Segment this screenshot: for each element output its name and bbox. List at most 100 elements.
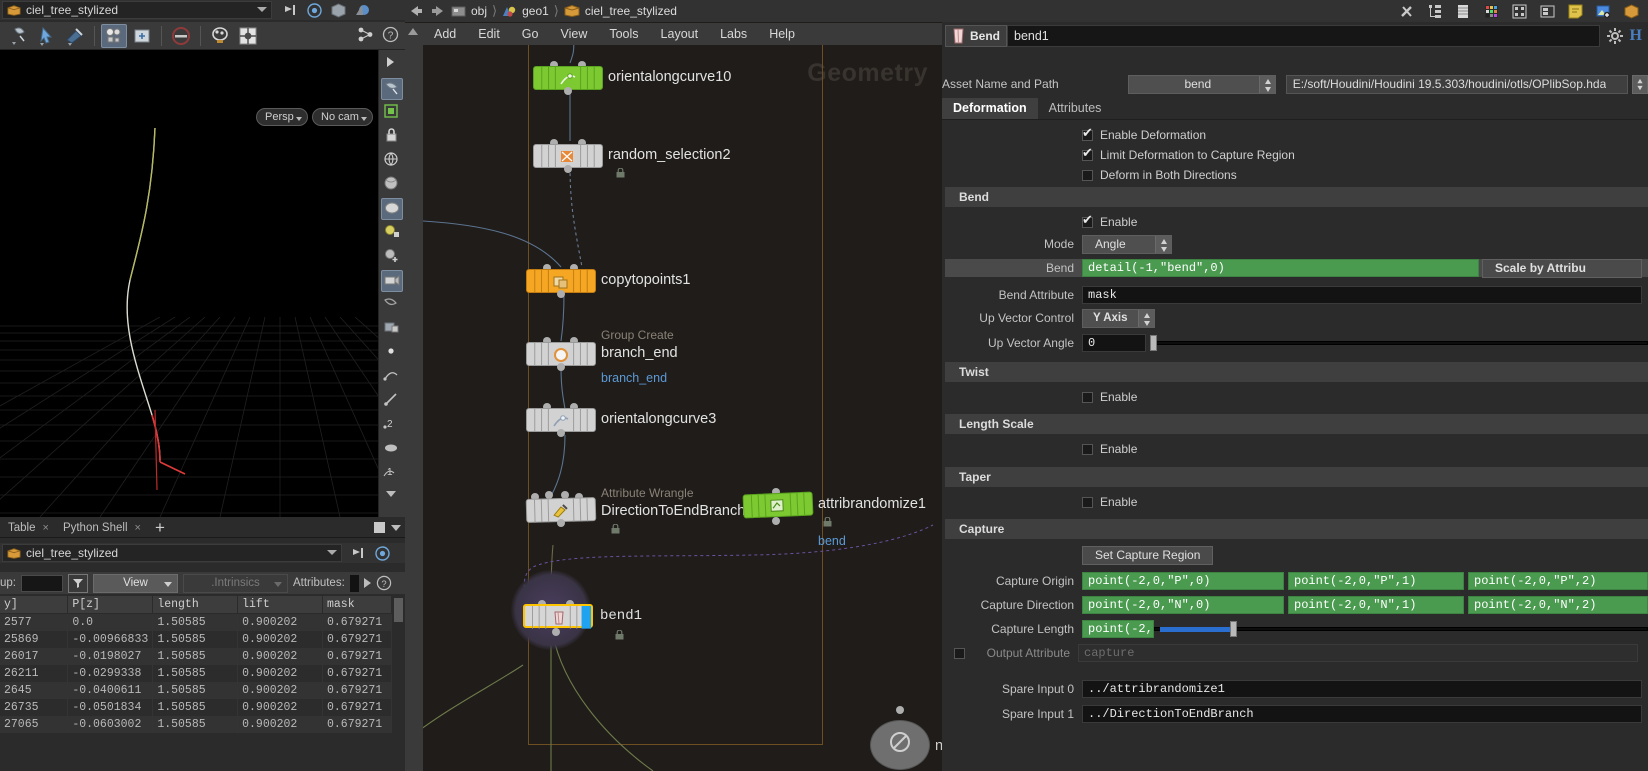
up-vector-angle-field[interactable]: 0: [1082, 334, 1146, 352]
menu-layout[interactable]: Layout: [650, 23, 710, 45]
pane-menu-icon[interactable]: [391, 524, 401, 531]
node-null1[interactable]: [870, 720, 930, 770]
capture-length-slider[interactable]: [1154, 620, 1648, 638]
help-icon[interactable]: ?: [376, 575, 392, 591]
section-twist-header[interactable]: Twist: [945, 362, 1648, 382]
box-icon[interactable]: [1623, 3, 1640, 20]
menu-view[interactable]: View: [549, 23, 598, 45]
node-attribrandomize1-group-label[interactable]: bend: [818, 534, 846, 548]
capture-direction-x-field[interactable]: point(-2,0,"N",0): [1082, 596, 1284, 614]
tab-deformation[interactable]: Deformation: [942, 98, 1038, 119]
render-view-icon[interactable]: [381, 318, 403, 340]
output-attribute-field[interactable]: capture: [1078, 644, 1638, 662]
node-name-field[interactable]: bend1: [1007, 24, 1600, 47]
geometry-spreadsheet[interactable]: y] P[z] length lift mask 2577 0.0 1.50585 0…: [0, 596, 392, 771]
col-header-0[interactable]: y]: [0, 596, 69, 614]
bend-enable-checkbox[interactable]: [1082, 212, 1093, 228]
spreadsheet-path-field[interactable]: ciel_tree_stylized: [2, 544, 342, 562]
view-dropdown[interactable]: View: [93, 573, 178, 593]
material-icon[interactable]: [354, 2, 371, 19]
measure-icon[interactable]: [381, 390, 403, 412]
col-header-4[interactable]: mask: [322, 596, 392, 614]
window-icon[interactable]: [1539, 3, 1556, 20]
node-output-port[interactable]: [557, 519, 565, 527]
close-icon[interactable]: ×: [135, 522, 141, 534]
twist-enable-checkbox[interactable]: [1082, 391, 1093, 403]
target-icon[interactable]: [374, 545, 391, 562]
globe-icon[interactable]: [381, 150, 403, 172]
node-output-port[interactable]: [557, 290, 565, 298]
length-enable-checkbox[interactable]: [1082, 443, 1093, 455]
output-attribute-checkbox[interactable]: [954, 647, 965, 659]
group-input[interactable]: [21, 574, 63, 592]
display-mode-icon[interactable]: [381, 198, 403, 220]
section-taper-header[interactable]: Taper: [945, 467, 1648, 487]
menu-tools[interactable]: Tools: [598, 23, 649, 45]
persist-icon[interactable]: [357, 26, 374, 46]
capture-direction-z-field[interactable]: point(-2,0,"N",2): [1468, 596, 1648, 614]
cube-icon[interactable]: [330, 2, 347, 19]
viewport-3d[interactable]: Persp No cam 1 prims 32 points: [0, 50, 378, 517]
bend-expression-field[interactable]: detail(-1,"bend",0): [1082, 259, 1479, 277]
flag-icon[interactable]: [282, 2, 299, 19]
node-type-chip[interactable]: Bend: [945, 24, 1007, 47]
capture-length-field[interactable]: point(-2,0: [1082, 620, 1154, 638]
stepper-arrows-icon[interactable]: [1258, 75, 1275, 93]
bend-attribute-field[interactable]: mask: [1082, 286, 1642, 304]
table-row[interactable]: 25869 -0.00966833 1.50585 0.900202 0.679271: [0, 631, 392, 648]
disable-icon[interactable]: [168, 24, 194, 48]
chevron-down-icon[interactable]: [257, 7, 267, 12]
add-tab-button[interactable]: +: [155, 519, 165, 536]
frame1-icon[interactable]: 1: [381, 462, 403, 484]
node-input-port[interactable]: [896, 706, 904, 714]
bend-mode-dropdown[interactable]: Angle: [1082, 234, 1172, 254]
scale-by-attribute-button[interactable]: Scale by Attribu: [1482, 258, 1642, 278]
palette-icon[interactable]: [1483, 3, 1500, 20]
viewport-path-field[interactable]: ciel_tree_stylized: [2, 1, 272, 19]
add-object-icon[interactable]: [381, 246, 403, 268]
back-button[interactable]: [405, 2, 427, 20]
stepper-arrows-icon[interactable]: [1155, 235, 1171, 253]
help-icon[interactable]: ?: [382, 26, 399, 46]
lock-icon[interactable]: [381, 126, 403, 148]
frame2-icon[interactable]: 2: [381, 414, 403, 436]
slider-handle[interactable]: [1230, 621, 1237, 637]
gear-icon[interactable]: [1606, 27, 1624, 45]
rail-more-icon[interactable]: [381, 486, 403, 508]
cloud-icon[interactable]: [381, 438, 403, 460]
collapse-rail-icon[interactable]: [381, 54, 403, 76]
table-row[interactable]: 26017 -0.0198027 1.50585 0.900202 0.679271: [0, 648, 392, 665]
filter-icon[interactable]: [68, 573, 88, 593]
spreadsheet-scrollbar[interactable]: [392, 596, 405, 771]
flag-icon[interactable]: [350, 545, 367, 562]
target-icon[interactable]: [306, 2, 323, 19]
grid-icon[interactable]: [1511, 3, 1528, 20]
select-mode-icon[interactable]: [381, 78, 403, 100]
limit-deformation-checkbox[interactable]: [1082, 145, 1093, 161]
viewport-persp-badge[interactable]: Persp: [256, 108, 308, 126]
tools-icon[interactable]: [1399, 3, 1416, 20]
menu-help[interactable]: Help: [758, 23, 806, 45]
deform-both-directions-checkbox[interactable]: [1082, 169, 1093, 181]
table-row[interactable]: 2645 -0.0400611 1.50585 0.900202 0.679271: [0, 682, 392, 699]
image-icon[interactable]: [1595, 3, 1612, 20]
list-icon[interactable]: [1455, 3, 1472, 20]
node-attribrandomize1[interactable]: [742, 491, 814, 519]
section-bend-header[interactable]: Bend: [945, 187, 1648, 207]
breadcrumb-current[interactable]: ciel_tree_stylized: [585, 4, 677, 18]
select-tool-icon[interactable]: [6, 24, 32, 48]
node-output-port[interactable]: [772, 517, 780, 525]
enable-deformation-checkbox[interactable]: [1082, 125, 1093, 141]
note-icon[interactable]: [1567, 3, 1584, 20]
section-capture-header[interactable]: Capture: [945, 519, 1648, 539]
maximize-pane-icon[interactable]: [374, 522, 385, 533]
taper-enable-checkbox[interactable]: [1082, 496, 1093, 508]
chevron-down-icon[interactable]: [327, 550, 337, 555]
move-tool-icon[interactable]: [34, 24, 60, 48]
section-length-scale-header[interactable]: Length Scale: [945, 414, 1648, 434]
network-canvas[interactable]: Geometry orientalongcurve10 random_selec…: [423, 45, 942, 771]
viewport-camera-badge[interactable]: No cam: [312, 108, 373, 126]
sphere-icon[interactable]: [381, 174, 403, 196]
node-output-port[interactable]: [564, 165, 572, 173]
snap-icon[interactable]: [235, 24, 261, 48]
